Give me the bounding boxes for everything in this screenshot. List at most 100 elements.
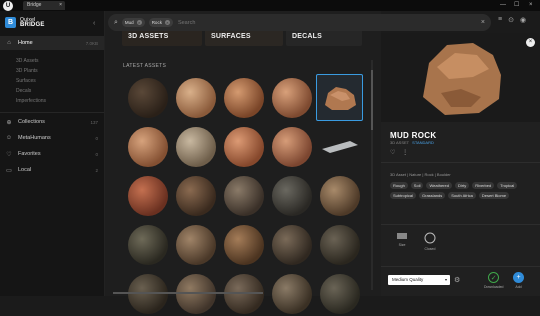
sidebar-item-label: Favorites <box>18 151 41 157</box>
asset-thumbnail <box>223 126 264 167</box>
asset-thumbnail <box>271 175 312 216</box>
panel-divider <box>381 162 540 163</box>
horizontal-scrollbar[interactable] <box>113 292 263 294</box>
sidebar-subitem-surfaces[interactable]: Surfaces <box>16 78 36 84</box>
decal-thumbnail <box>321 140 358 153</box>
tag[interactable]: Desert Biome <box>478 192 510 199</box>
tag[interactable]: Tropical <box>497 182 518 189</box>
asset-tile[interactable] <box>269 75 314 120</box>
sidebar-item-metahumans[interactable]: ☺ MetaHumans 0 <box>0 131 104 145</box>
tag[interactable]: Riverbed <box>472 182 495 189</box>
asset-title: MUD ROCK <box>390 131 437 140</box>
asset-tile[interactable] <box>221 173 266 218</box>
asset-tile[interactable] <box>125 75 170 120</box>
search-input[interactable] <box>177 19 481 26</box>
asset-thumbnail <box>175 175 216 216</box>
asset-thumbnail <box>271 126 312 167</box>
quality-settings-icon[interactable]: ⚙ <box>454 276 460 284</box>
sidebar-item-label: Home <box>18 40 33 46</box>
category-label: DECALS <box>292 33 322 40</box>
asset-tile[interactable] <box>125 222 170 267</box>
asset-tile[interactable] <box>173 75 218 120</box>
chip-remove-icon[interactable]: × <box>136 20 142 25</box>
sidebar-item-count: 7.0KB <box>85 40 98 46</box>
tag[interactable]: Weathered <box>426 182 452 189</box>
sidebar-subitem-imperfections[interactable]: Imperfections <box>16 98 46 104</box>
bridge-logo[interactable]: B Quixel BRIDGE <box>5 17 45 28</box>
asset-tile[interactable] <box>269 222 314 267</box>
maximize-icon[interactable]: ☐ <box>514 0 519 11</box>
closed-circle-icon <box>424 232 436 244</box>
tag[interactable]: Rough <box>390 182 408 189</box>
downloaded-label: Downloaded <box>484 285 504 289</box>
app-tab[interactable]: Bridge × <box>23 1 65 10</box>
heart-icon: ♡ <box>6 151 12 158</box>
asset-tile[interactable] <box>269 124 314 169</box>
collapse-sidebar-icon[interactable]: ‹ <box>93 20 95 27</box>
variant-closed[interactable]: Closed <box>424 232 436 251</box>
chip-label: Rock <box>151 20 162 25</box>
window-close-icon[interactable]: × <box>529 0 533 11</box>
filter-chip-rock[interactable]: Rock × <box>148 18 173 27</box>
scrollbar-thumb[interactable] <box>371 70 373 130</box>
asset-tile[interactable] <box>269 271 314 316</box>
sidebar-item-count: 137 <box>90 119 98 125</box>
asset-tile[interactable] <box>125 173 170 218</box>
tag[interactable]: Grasslands <box>419 192 446 199</box>
bridge-logo-icon: B <box>5 17 16 28</box>
filter-icon[interactable]: ≡ <box>498 16 502 24</box>
collections-icon: ⊕ <box>6 119 12 126</box>
account-icon[interactable]: ◉ <box>520 16 526 24</box>
asset-tile[interactable] <box>317 173 362 218</box>
panel-divider <box>381 266 540 267</box>
quality-select[interactable]: Medium Quality ▾ <box>388 275 450 285</box>
asset-thumbnail <box>319 273 360 314</box>
add-button[interactable]: + Add <box>513 272 524 289</box>
more-options-icon[interactable]: ⋮ <box>402 150 408 156</box>
sidebar-item-home[interactable]: ⌂ Home 7.0KB <box>0 36 104 50</box>
add-icon: + <box>513 272 524 283</box>
minimize-icon[interactable]: — <box>500 0 506 11</box>
asset-thumbnail <box>271 77 312 118</box>
sidebar-item-favorites[interactable]: ♡ Favorites 0 <box>0 147 104 161</box>
category-label: 3D ASSETS <box>128 33 169 40</box>
download-icon[interactable]: ⊙ <box>508 16 514 24</box>
asset-tile[interactable] <box>173 173 218 218</box>
favorite-heart-icon[interactable]: ♡ <box>390 150 395 156</box>
asset-tile[interactable] <box>221 75 266 120</box>
section-title: LATEST ASSETS <box>123 63 167 69</box>
asset-tile[interactable] <box>125 124 170 169</box>
downloaded-button[interactable]: ✓ Downloaded <box>484 272 503 289</box>
clear-search-icon[interactable]: × <box>481 19 485 26</box>
asset-thumbnail <box>127 77 168 118</box>
asset-tile[interactable] <box>173 124 218 169</box>
tag[interactable]: Dirty <box>454 182 470 189</box>
tag[interactable]: Subtropical <box>390 192 417 199</box>
breadcrumb: 3D Asset | Nature | Rock | Boulder <box>390 172 451 177</box>
asset-tile[interactable] <box>317 271 362 316</box>
search-bar[interactable]: ⌕ Mud × Rock × × <box>108 14 491 31</box>
asset-tile[interactable] <box>317 222 362 267</box>
asset-tile[interactable] <box>317 124 362 169</box>
tag[interactable]: Soil <box>410 182 424 189</box>
sidebar-item-local[interactable]: ▭ Local 2 <box>0 163 104 177</box>
tag[interactable]: South Africa <box>448 192 476 199</box>
tab-close-icon[interactable]: × <box>59 1 62 10</box>
asset-tile[interactable] <box>269 173 314 218</box>
asset-tile[interactable] <box>221 124 266 169</box>
chip-remove-icon[interactable]: × <box>164 20 170 25</box>
asset-thumbnail <box>271 224 312 265</box>
filter-chip-mud[interactable]: Mud × <box>121 18 145 27</box>
asset-tile[interactable] <box>221 222 266 267</box>
tag-list: Rough Soil Weathered Dirty Riverbed Trop… <box>390 182 535 199</box>
variant-size[interactable]: Size <box>396 232 408 247</box>
sidebar-subitem-3d-assets[interactable]: 3D Assets <box>16 58 39 64</box>
sidebar-subitem-decals[interactable]: Decals <box>16 88 31 94</box>
asset-preview[interactable] <box>381 33 540 122</box>
close-panel-icon[interactable]: × <box>526 38 535 47</box>
sidebar-item-collections[interactable]: ⊕ Collections 137 <box>0 115 104 129</box>
sidebar-subitem-3d-plants[interactable]: 3D Plants <box>16 68 38 74</box>
asset-tile-selected[interactable] <box>316 74 363 121</box>
asset-thumbnail <box>127 126 168 167</box>
asset-tile[interactable] <box>173 222 218 267</box>
